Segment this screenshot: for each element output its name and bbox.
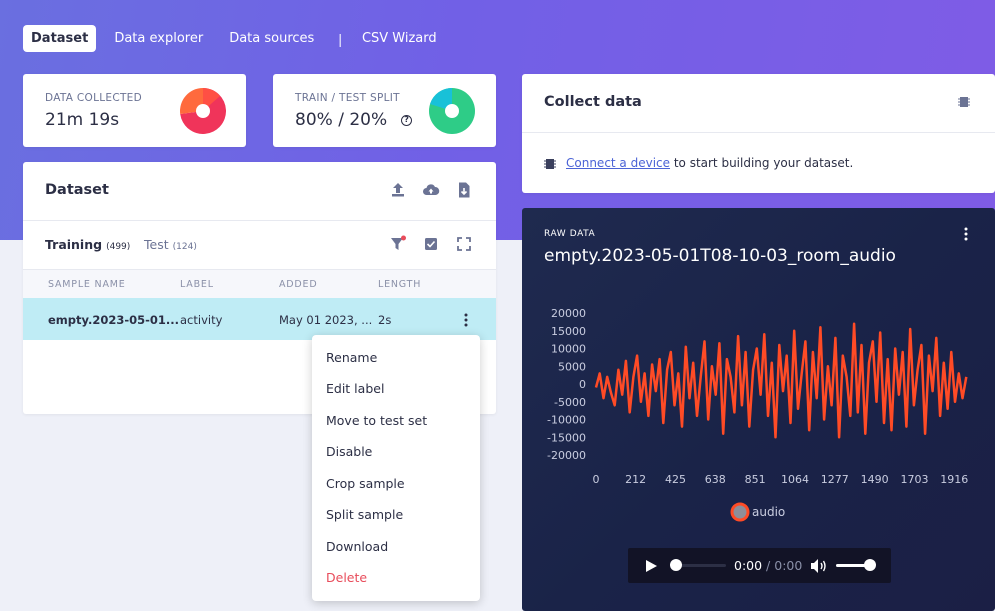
file-export-icon[interactable]: [455, 181, 473, 199]
y-tick-label: -5000: [554, 396, 586, 409]
x-tick-label: 212: [625, 473, 646, 486]
menu-item-split-sample[interactable]: Split sample: [326, 507, 403, 522]
play-icon[interactable]: [644, 559, 658, 573]
tab-training-count: (499): [106, 242, 131, 252]
data-collected-card: DATA COLLECTED 21m 19s: [23, 74, 246, 147]
collect-divider: [522, 132, 995, 133]
expand-icon[interactable]: [455, 235, 473, 253]
y-tick-label: -10000: [547, 414, 586, 427]
tab-data-sources[interactable]: Data sources: [221, 25, 322, 52]
cloud-upload-icon[interactable]: [422, 181, 440, 199]
device-chip-icon: [544, 159, 556, 169]
x-tick-label: 1703: [900, 473, 928, 486]
y-tick-label: 10000: [551, 343, 586, 356]
connect-device-link[interactable]: Connect a device: [566, 156, 670, 170]
x-tick-label: 1490: [861, 473, 889, 486]
sample-label-cell: activity: [180, 313, 223, 327]
audio-time-total: 0:00: [774, 558, 803, 573]
audio-time-separator: /: [762, 558, 775, 573]
audio-time: 0:00 / 0:00: [734, 558, 802, 573]
x-tick-label: 851: [745, 473, 766, 486]
audio-progress-handle[interactable]: [670, 559, 682, 571]
volume-icon[interactable]: [810, 558, 828, 574]
sample-name-cell: empty.2023-05-01...: [48, 313, 179, 327]
tab-test-count: (124): [172, 242, 197, 252]
menu-item-crop-sample[interactable]: Crop sample: [326, 476, 405, 491]
help-icon[interactable]: ?: [401, 114, 413, 126]
raw-data-title: empty.2023-05-01T08-10-03_room_audio: [544, 246, 896, 266]
upload-icon[interactable]: [389, 181, 407, 199]
collect-data-card: Collect data Connect a device to start b…: [522, 74, 995, 193]
check-square-icon[interactable]: [422, 235, 440, 253]
menu-item-move-to-test-set[interactable]: Move to test set: [326, 413, 427, 428]
y-tick-label: -20000: [547, 449, 586, 462]
column-header-label[interactable]: LABEL: [180, 279, 214, 290]
audio-time-current: 0:00: [734, 558, 763, 573]
audio-player: 0:00 / 0:00: [628, 548, 891, 583]
tab-dataset[interactable]: Dataset: [23, 25, 97, 52]
tab-training-label: Training: [45, 237, 103, 252]
y-tick-label: 15000: [551, 325, 586, 338]
y-tick-label: 0: [579, 378, 586, 391]
y-tick-label: -15000: [547, 431, 586, 444]
train-test-split-value: 80% / 20%: [295, 110, 388, 130]
raw-data-label: RAW DATA: [544, 229, 596, 239]
y-tick-label: 5000: [558, 360, 586, 373]
audio-waveform-line: [594, 322, 968, 439]
collect-message-text: to start building your dataset.: [670, 156, 854, 170]
data-collected-label: DATA COLLECTED: [45, 92, 142, 104]
column-header-length[interactable]: LENGTH: [378, 279, 421, 290]
menu-item-download[interactable]: Download: [326, 539, 388, 554]
dataset-header-divider: [23, 220, 496, 221]
menu-item-disable[interactable]: Disable: [326, 444, 372, 459]
raw-data-more-icon[interactable]: [963, 227, 969, 241]
column-header-sample-name[interactable]: SAMPLE NAME: [48, 279, 126, 290]
tab-test[interactable]: Test (124): [144, 237, 197, 252]
data-collected-donut-icon: [180, 88, 226, 134]
tab-csv-wizard[interactable]: CSV Wizard: [354, 25, 445, 52]
dataset-title: Dataset: [45, 182, 109, 198]
tab-test-label: Test: [144, 237, 169, 252]
sample-length-cell: 2s: [378, 313, 392, 327]
x-tick-label: 1064: [781, 473, 809, 486]
x-tick-label: 638: [705, 473, 726, 486]
context-menu: Rename Edit label Move to test set Disab…: [312, 335, 480, 601]
train-test-split-card: TRAIN / TEST SPLIT 80% / 20% ?: [273, 74, 496, 147]
train-test-donut-icon: [429, 88, 475, 134]
volume-handle[interactable]: [864, 559, 876, 571]
train-test-split-label: TRAIN / TEST SPLIT: [295, 92, 400, 104]
x-tick-label: 425: [665, 473, 686, 486]
legend-audio-label: audio: [752, 505, 785, 519]
tab-training[interactable]: Training (499): [45, 237, 130, 252]
menu-item-rename[interactable]: Rename: [326, 350, 377, 365]
raw-data-card: RAW DATA empty.2023-05-01T08-10-03_room_…: [522, 208, 995, 611]
data-collected-value: 21m 19s: [45, 110, 120, 130]
nav-separator: |: [338, 30, 342, 47]
menu-item-edit-label[interactable]: Edit label: [326, 381, 384, 396]
chart-legend[interactable]: audio: [730, 502, 785, 522]
legend-audio-marker: [730, 502, 750, 522]
y-tick-label: 20000: [551, 307, 586, 320]
collect-message: Connect a device to start building your …: [566, 156, 853, 170]
filter-icon[interactable]: [389, 235, 407, 253]
x-tick-label: 1916: [940, 473, 968, 486]
top-nav: Dataset Data explorer Data sources | CSV…: [23, 25, 455, 52]
x-tick-label: 1277: [821, 473, 849, 486]
x-tick-label: 0: [593, 473, 600, 486]
tab-data-explorer[interactable]: Data explorer: [106, 25, 211, 52]
menu-item-delete[interactable]: Delete: [326, 570, 367, 585]
train-test-split-value-row: 80% / 20% ?: [295, 110, 413, 130]
row-more-icon[interactable]: [463, 313, 469, 327]
sample-added-cell: May 01 2023, ...: [279, 313, 373, 327]
chip-icon: [958, 97, 970, 107]
column-header-added[interactable]: ADDED: [279, 279, 317, 290]
collect-data-title: Collect data: [544, 94, 642, 110]
